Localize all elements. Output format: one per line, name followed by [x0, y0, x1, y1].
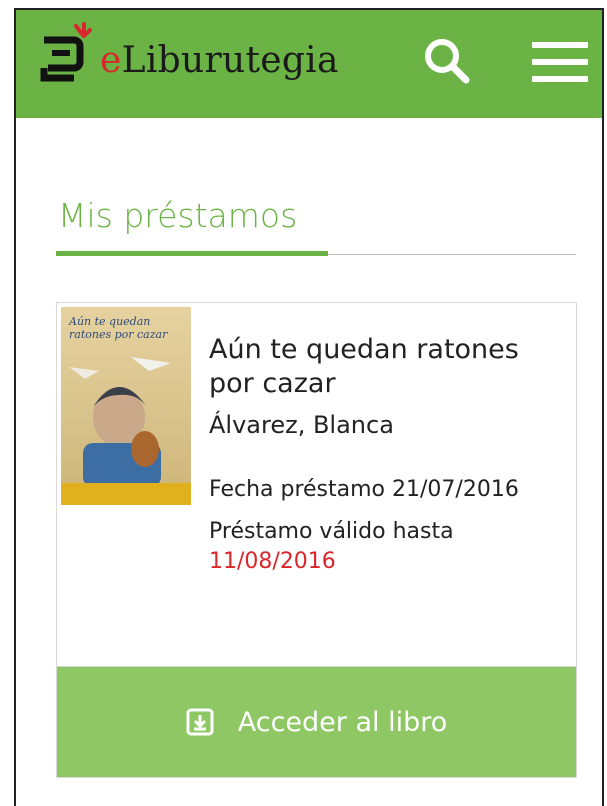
brand-prefix: e: [100, 40, 122, 81]
eliburutegia-logo-icon[interactable]: [34, 22, 98, 86]
cover-author-band: [61, 483, 191, 505]
menu-bar: [532, 76, 588, 82]
loan-card: Aún te quedan ratones por cazar Aún te q…: [56, 302, 577, 778]
book-cover[interactable]: Aún te quedan ratones por cazar: [61, 307, 191, 505]
loan-date: Fecha préstamo 21/07/2016: [209, 477, 519, 502]
app-frame: eLiburutegia Mis préstamos Aún te quedan…: [14, 8, 604, 806]
menu-bar: [532, 42, 588, 48]
cover-illustration: [69, 357, 171, 487]
title-underline-accent: [56, 251, 328, 256]
valid-until-label: Préstamo válido hasta: [209, 519, 454, 544]
brand-rest: Liburutegia: [121, 40, 339, 81]
loan-valid-until: Préstamo válido hasta 11/08/2016: [209, 517, 559, 577]
book-info: Aún te quedan ratones por cazar Álvarez,…: [209, 333, 559, 577]
book-author: Álvarez, Blanca: [209, 411, 394, 439]
book-title[interactable]: Aún te quedan ratones por cazar: [209, 333, 559, 401]
hamburger-menu-icon[interactable]: [532, 42, 588, 86]
valid-until-date: 11/08/2016: [209, 549, 336, 574]
access-book-label: Acceder al libro: [237, 706, 448, 738]
page-title: Mis préstamos: [58, 196, 298, 235]
search-icon[interactable]: [420, 34, 474, 88]
download-icon: [186, 708, 214, 736]
top-bar: eLiburutegia: [16, 10, 602, 118]
access-book-button[interactable]: Acceder al libro: [57, 666, 576, 777]
menu-bar: [532, 59, 588, 65]
brand-name[interactable]: eLiburutegia: [100, 40, 339, 81]
cover-title: Aún te quedan ratones por cazar: [69, 315, 168, 341]
